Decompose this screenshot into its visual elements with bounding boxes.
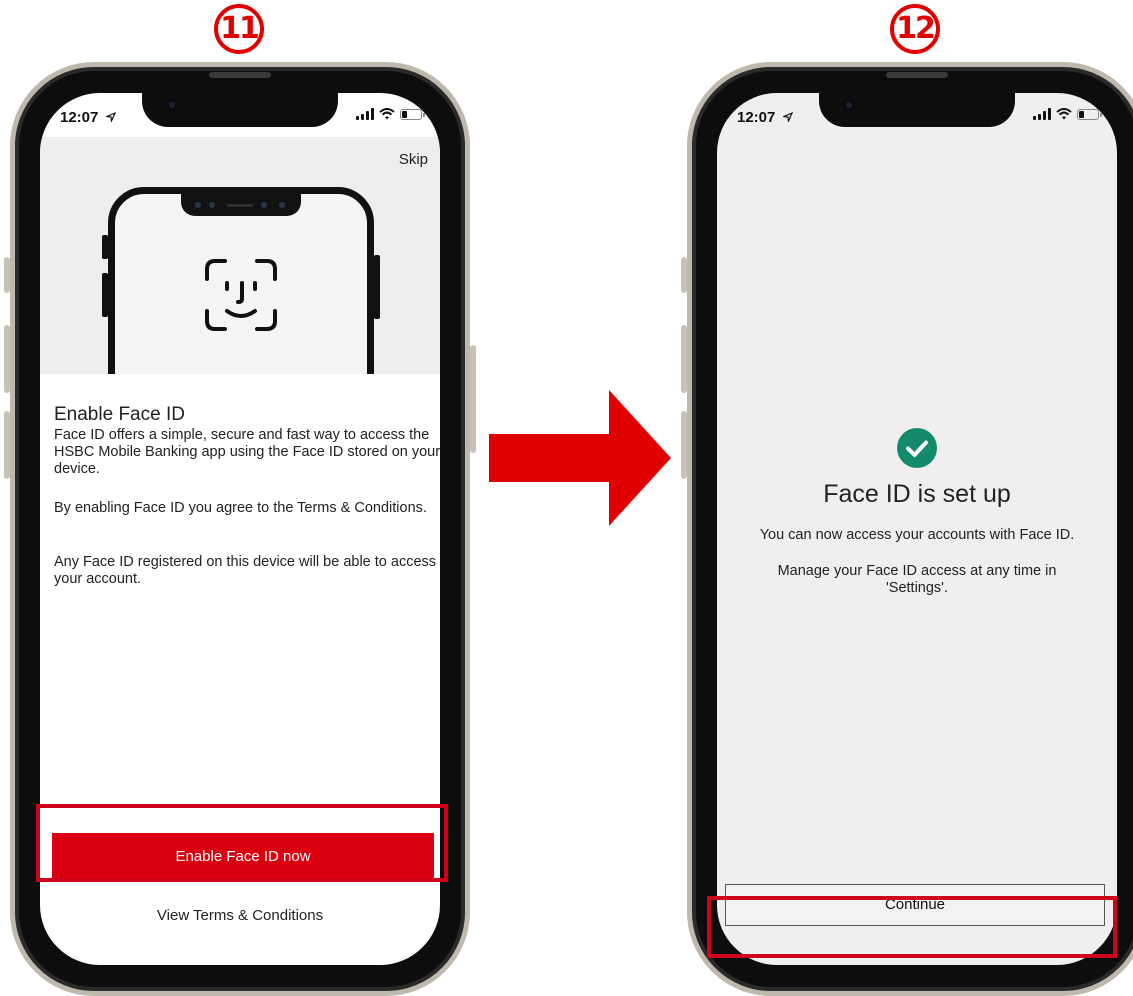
face-id-hero-image: Skip (40, 137, 440, 374)
status-icons (1033, 108, 1102, 120)
page-title: Enable Face ID (54, 403, 185, 425)
battery-icon (400, 108, 425, 120)
step-number-badge: 12 (890, 4, 940, 54)
status-time: 12:07 (737, 109, 793, 126)
terms-agreement-paragraph: By enabling Face ID you agree to the Ter… (54, 500, 427, 516)
phone-notch (142, 93, 338, 127)
success-message: You can now access your accounts with Fa… (759, 527, 1075, 543)
skip-button[interactable]: Skip (399, 151, 428, 168)
cellular-signal-icon (356, 108, 374, 120)
account-access-paragraph: Any Face ID registered on this device wi… (54, 554, 437, 587)
phone-side-button (681, 257, 687, 293)
battery-icon (1077, 108, 1102, 120)
enable-button-highlight (36, 804, 448, 882)
step-number-badge: 11 (214, 4, 264, 54)
continue-button-highlight (707, 896, 1117, 958)
wifi-icon (1056, 108, 1072, 120)
illustration-notch (181, 194, 301, 216)
view-terms-link[interactable]: View Terms & Conditions (40, 907, 440, 924)
location-arrow-icon (781, 111, 793, 124)
status-time: 12:07 (60, 109, 116, 126)
phone-illustration (108, 187, 374, 374)
success-title: Face ID is set up (823, 480, 1011, 508)
phone-side-button (4, 325, 10, 393)
front-camera-icon (843, 99, 855, 111)
description-paragraph: Face ID offers a simple, secure and fast… (54, 427, 440, 477)
phone-speaker (209, 72, 271, 78)
face-id-icon (205, 259, 277, 331)
phone-side-button (470, 345, 476, 453)
phone-side-button (681, 411, 687, 479)
phone-side-button (681, 325, 687, 393)
illustration-side-button (374, 255, 380, 319)
right-arrow-icon (489, 390, 671, 526)
cellular-signal-icon (1033, 108, 1051, 120)
front-camera-icon (166, 99, 178, 111)
phone-frame-right: 12:07 Face ID is set up You can now acce… (681, 62, 1133, 996)
phone-side-button (4, 257, 10, 293)
phone-notch (819, 93, 1015, 127)
location-arrow-icon (104, 111, 116, 124)
phone-speaker (886, 72, 948, 78)
phone-side-button (4, 411, 10, 479)
settings-hint: Manage your Face ID access at any time i… (777, 563, 1057, 596)
check-icon (906, 440, 928, 457)
face-id-success-screen: 12:07 Face ID is set up You can now acce… (717, 93, 1117, 965)
wifi-icon (379, 108, 395, 120)
checkmark-circle-icon (897, 428, 937, 468)
status-icons (356, 108, 425, 120)
